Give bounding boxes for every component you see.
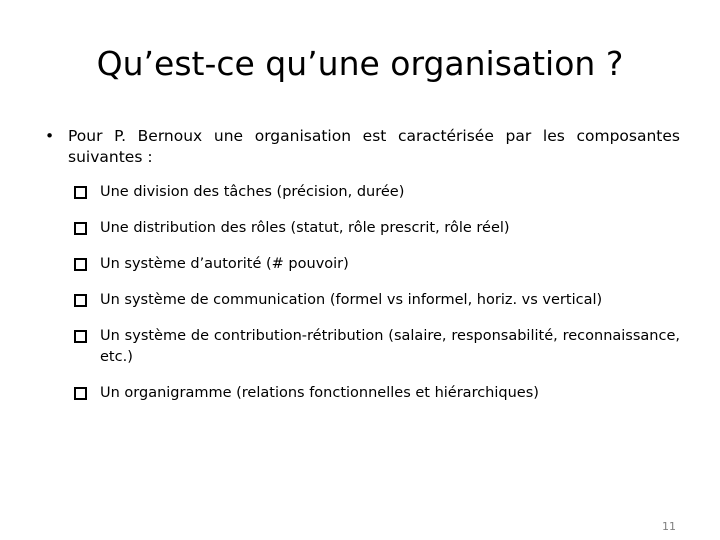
page-number: 11 bbox=[662, 520, 676, 533]
list-item-label: Un système de communication (formel vs i… bbox=[100, 292, 603, 308]
list-item: Une division des tâches (précision, duré… bbox=[73, 182, 680, 203]
list-item-label: Une distribution des rôles (statut, rôle… bbox=[100, 220, 510, 236]
hollow-square-icon bbox=[74, 186, 87, 199]
bullet-dot-icon: • bbox=[45, 127, 55, 145]
list-item-label: Une division des tâches (précision, duré… bbox=[100, 184, 405, 200]
hollow-square-icon bbox=[74, 330, 87, 343]
list-item-label: Un système de contribution-rétribution (… bbox=[100, 328, 680, 365]
list-item: Un système de contribution-rétribution (… bbox=[73, 326, 680, 368]
list-item-label: Un système d’autorité (# pouvoir) bbox=[100, 256, 349, 272]
list-item: Un système d’autorité (# pouvoir) bbox=[73, 254, 680, 275]
list-item: Un organigramme (relations fonctionnelle… bbox=[73, 383, 680, 404]
sub-bullet-list: Une division des tâches (précision, duré… bbox=[40, 182, 680, 404]
list-item-label: Un organigramme (relations fonctionnelle… bbox=[100, 385, 539, 401]
slide-canvas: Qu’est-ce qu’une organisation ? • Pour P… bbox=[0, 0, 720, 540]
hollow-square-icon bbox=[74, 387, 87, 400]
hollow-square-icon bbox=[74, 222, 87, 235]
hollow-square-icon bbox=[74, 294, 87, 307]
slide-body: • Pour P. Bernoux une organisation est c… bbox=[40, 126, 680, 419]
page-title: Qu’est-ce qu’une organisation ? bbox=[96, 44, 624, 83]
lead-bullet: • Pour P. Bernoux une organisation est c… bbox=[40, 126, 680, 168]
lead-bullet-text: Pour P. Bernoux une organisation est car… bbox=[68, 127, 680, 166]
hollow-square-icon bbox=[74, 258, 87, 271]
list-item: Un système de communication (formel vs i… bbox=[73, 290, 680, 311]
list-item: Une distribution des rôles (statut, rôle… bbox=[73, 218, 680, 239]
